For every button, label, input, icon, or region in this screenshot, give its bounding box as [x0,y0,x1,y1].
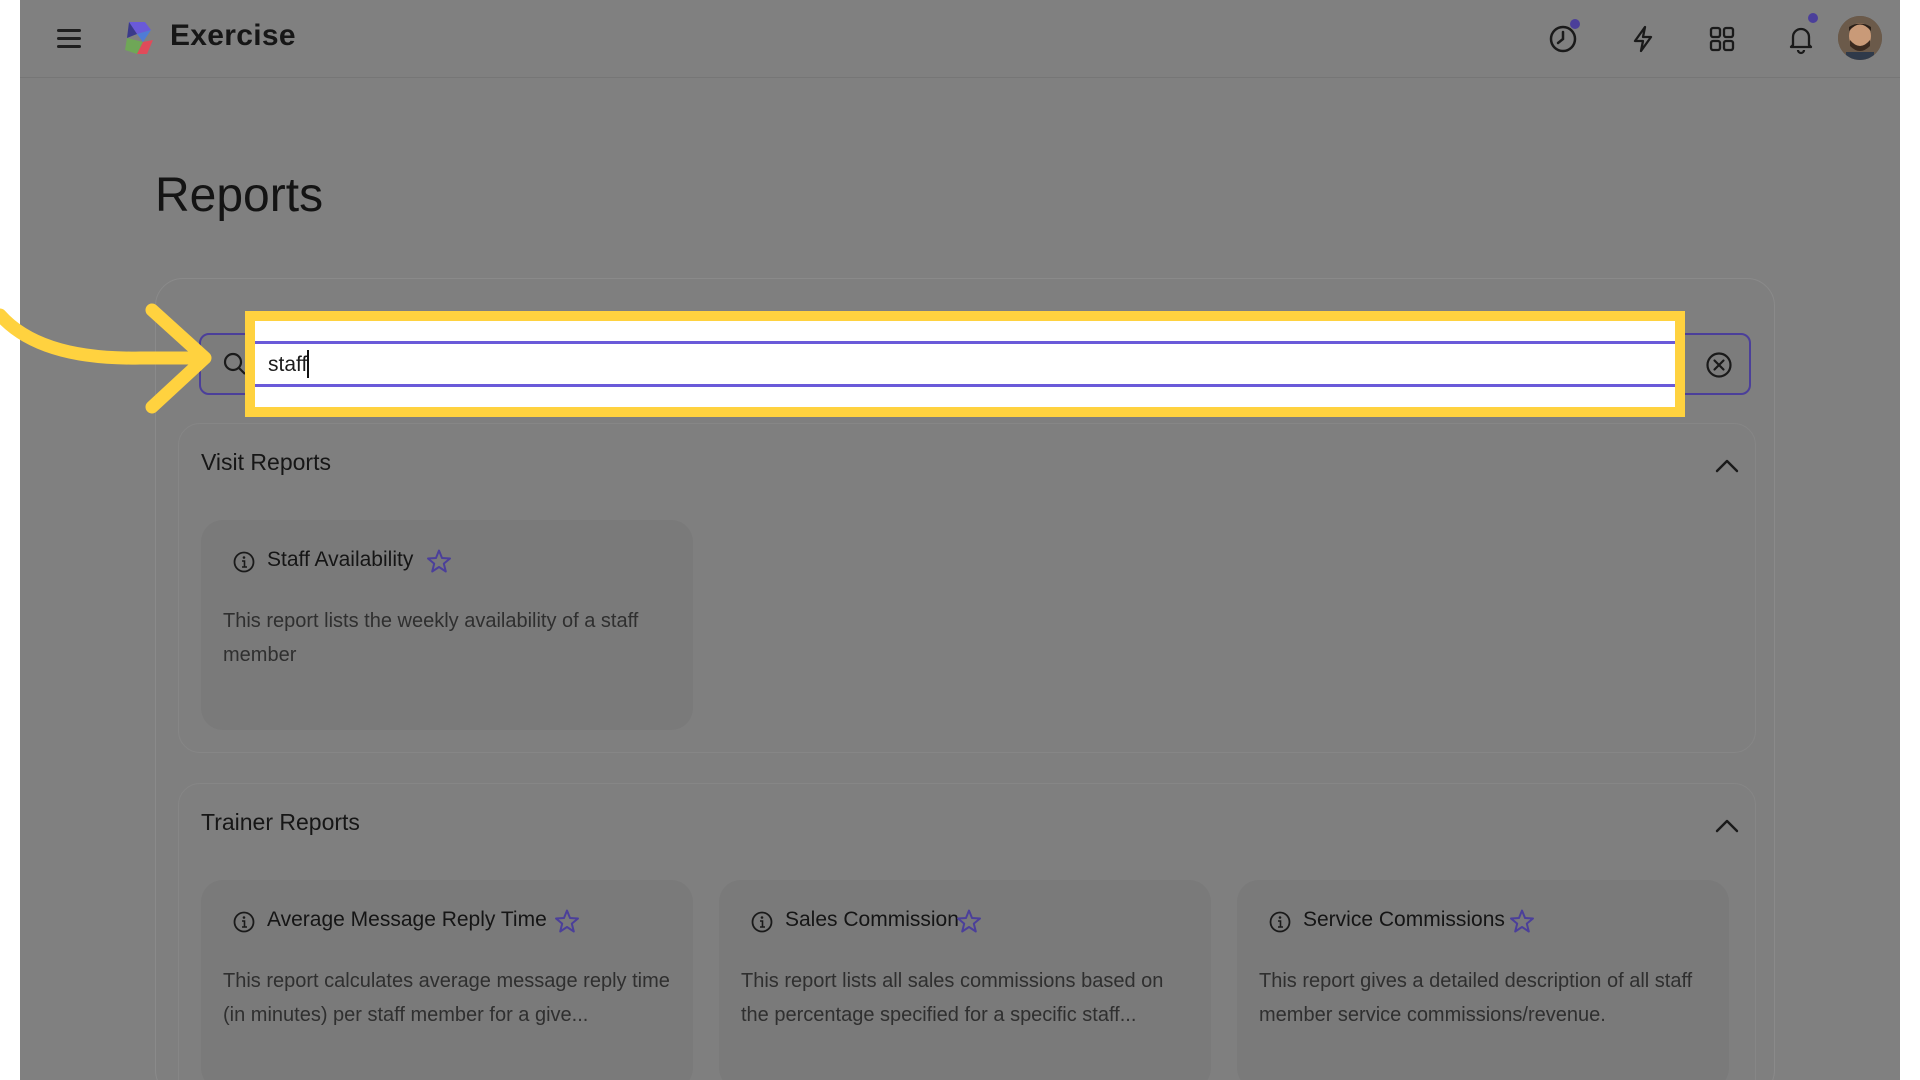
star-icon[interactable] [1509,908,1535,934]
text-caret [307,350,309,378]
clear-circle-icon[interactable] [1705,351,1733,379]
section-trainer-reports: Trainer Reports Average Message Reply Ti… [178,783,1756,1080]
report-card-description: This report calculates average message r… [223,970,670,1026]
search-input[interactable] [268,348,1648,382]
avatar[interactable] [1838,16,1882,60]
report-card-description: This report lists the weekly availabilit… [223,610,639,666]
chevron-up-icon[interactable] [1714,458,1740,474]
chevron-up-icon[interactable] [1714,818,1740,834]
report-card[interactable]: Sales Commission This report lists all s… [719,880,1211,1080]
section-title: Trainer Reports [201,809,360,835]
apps-grid-icon[interactable] [1705,22,1739,56]
tutorial-arrow-icon [0,295,230,425]
report-card-title: Sales Commission [785,908,959,931]
section-visit-reports: Visit Reports Staff Availability This re… [178,423,1756,753]
app-window: Exercise Reports staff Visit Reports Sta… [20,0,1900,1080]
star-icon[interactable] [426,548,452,574]
report-card-description: This report gives a detailed description… [1259,970,1693,1026]
menu-icon[interactable] [54,24,84,54]
report-card-description: This report lists all sales commissions … [741,970,1164,1026]
star-icon[interactable] [956,908,982,934]
report-card-title: Staff Availability [267,548,414,571]
app-title: Exercise [170,19,296,52]
info-icon[interactable] [751,911,773,933]
report-card[interactable]: Service Commissions This report gives a … [1237,880,1729,1080]
app-logo-icon [123,20,157,56]
page-title: Reports [155,169,324,222]
report-card[interactable]: Staff Availability This report lists the… [201,520,693,730]
info-icon[interactable] [233,911,255,933]
info-icon[interactable] [233,551,255,573]
report-card[interactable]: Average Message Reply Time This report c… [201,880,693,1080]
star-icon[interactable] [554,908,580,934]
lightning-icon[interactable] [1626,22,1660,56]
bell-notification-dot [1808,13,1818,23]
report-card-title: Service Commissions [1303,908,1505,931]
history-notification-dot [1570,19,1580,29]
top-bar: Exercise [20,0,1900,78]
bell-icon[interactable] [1784,22,1818,56]
section-title: Visit Reports [201,449,331,475]
report-card-title: Average Message Reply Time [267,908,547,931]
info-icon[interactable] [1269,911,1291,933]
